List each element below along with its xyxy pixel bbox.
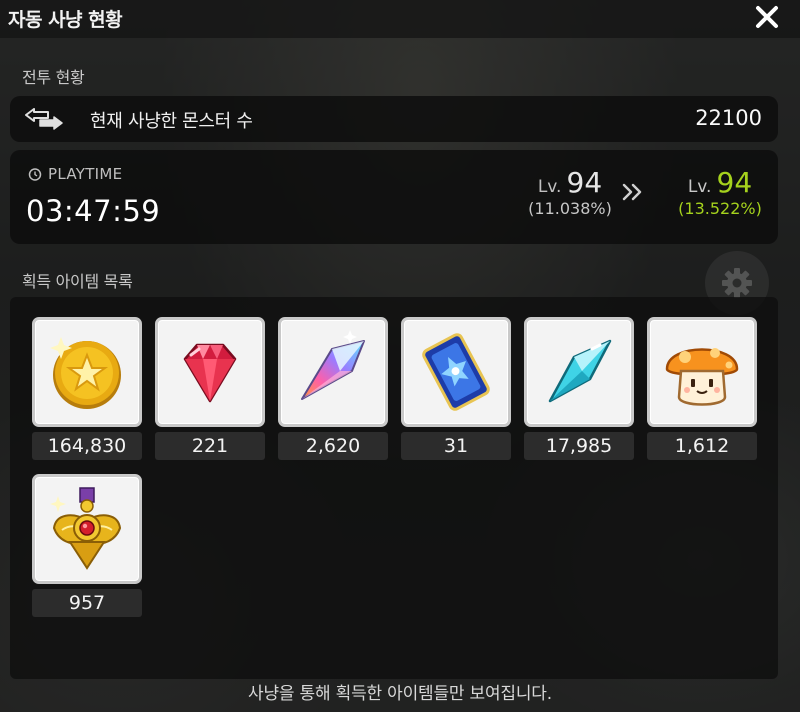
orange-mushroom-icon <box>665 348 739 406</box>
gold-medal-icon <box>50 487 122 570</box>
stopwatch-icon <box>28 168 42 181</box>
level-before-value: 94 <box>566 166 603 199</box>
item-quantity: 31 <box>401 432 511 460</box>
battle-section-label: 전투 현황 <box>22 68 85 87</box>
rainbow-crystal-icon <box>301 330 365 400</box>
items-section-label: 획득 아이템 목록 <box>22 272 133 291</box>
monster-count-value: 22100 <box>695 106 762 130</box>
level-before-percent: (11.038%) <box>528 199 612 218</box>
item-slot[interactable]: 31 <box>401 317 511 463</box>
item-slot[interactable]: 17,985 <box>524 317 634 463</box>
playtime-label: PLAYTIME <box>48 165 123 183</box>
blue-card-icon <box>422 333 490 411</box>
level-after-prefix: Lv. <box>687 177 712 197</box>
item-list: 164,830 221 2,620 31 17,985 1,612 957 <box>10 297 778 679</box>
level-after-percent: (13.522%) <box>678 199 762 218</box>
item-quantity: 2,620 <box>278 432 388 460</box>
close-icon[interactable] <box>752 2 782 32</box>
monster-count-row: 현재 사냥한 몬스터 수 22100 <box>10 96 778 142</box>
item-frame <box>155 317 265 427</box>
item-slot[interactable]: 1,612 <box>647 317 757 463</box>
playtime-header: PLAYTIME <box>28 165 122 183</box>
item-frame <box>401 317 511 427</box>
item-quantity: 164,830 <box>32 432 142 460</box>
item-frame <box>32 317 142 427</box>
item-slot[interactable]: 957 <box>32 474 142 620</box>
footer-note: 사냥을 통해 획득한 아이템들만 보여집니다. <box>248 684 552 704</box>
red-gem-icon <box>183 343 237 403</box>
item-quantity: 221 <box>155 432 265 460</box>
playtime-value: 03:47:59 <box>26 194 161 228</box>
item-quantity: 17,985 <box>524 432 634 460</box>
item-frame <box>278 317 388 427</box>
item-frame <box>524 317 634 427</box>
level-before: Lv. 94 (11.038%) <box>510 166 630 218</box>
level-before-prefix: Lv. <box>537 177 562 197</box>
item-quantity: 957 <box>32 589 142 617</box>
item-frame <box>32 474 142 584</box>
item-slot[interactable]: 164,830 <box>32 317 142 463</box>
window-title: 자동 사냥 현황 <box>8 9 123 31</box>
item-frame <box>647 317 757 427</box>
item-slot[interactable]: 2,620 <box>278 317 388 463</box>
item-slot[interactable]: 221 <box>155 317 265 463</box>
item-quantity: 1,612 <box>647 432 757 460</box>
cyan-crystal-icon <box>548 339 612 403</box>
monster-count-label: 현재 사냥한 몬스터 수 <box>90 111 253 132</box>
level-after: Lv. 94 (13.522%) <box>660 166 780 218</box>
swap-arrows-icon <box>25 108 63 130</box>
playtime-card: PLAYTIME 03:47:59 Lv. 94 (11.038%) Lv. 9… <box>10 150 778 244</box>
double-chevron-right-icon <box>622 183 642 201</box>
title-bar: 자동 사냥 현황 <box>0 0 800 38</box>
level-after-value: 94 <box>716 166 753 199</box>
meso-coin-icon <box>50 337 121 409</box>
